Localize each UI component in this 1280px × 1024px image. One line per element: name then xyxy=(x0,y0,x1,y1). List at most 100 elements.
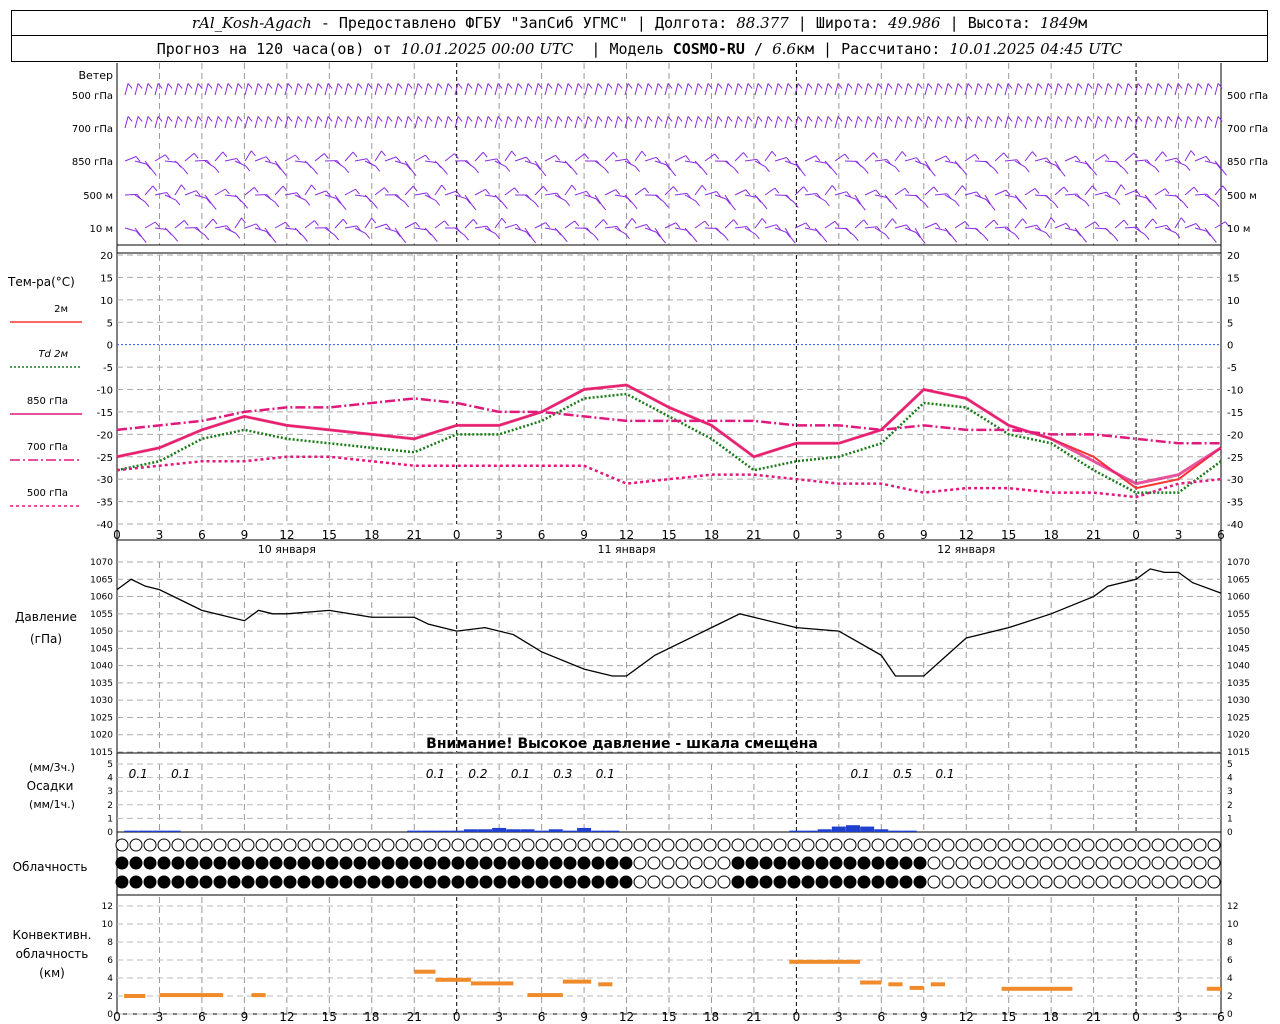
temp-ytick: 20 xyxy=(100,251,113,262)
wind-barb xyxy=(884,160,896,168)
wind-barb xyxy=(754,194,764,205)
wind-barb-flag xyxy=(447,116,453,122)
wind-barb xyxy=(604,152,614,162)
wind-barb-flag xyxy=(1144,234,1150,240)
wind-barb xyxy=(514,227,527,233)
cloud-cover-circle xyxy=(1109,838,1123,852)
wind-barb xyxy=(844,83,849,96)
wind-barb xyxy=(844,194,857,200)
x-tick-label: 21 xyxy=(407,528,422,542)
wind-barb xyxy=(914,194,925,204)
wind-barb-flag xyxy=(957,116,963,122)
wind-barb-flag xyxy=(1193,186,1199,193)
wind-barb-flag xyxy=(807,116,813,122)
conv-ytick: 10 xyxy=(102,920,114,930)
wind-barb xyxy=(1034,157,1047,162)
conv-ytick: 4 xyxy=(107,974,113,984)
cloud-cover-circle xyxy=(1011,838,1025,852)
conv-ytick: 6 xyxy=(107,956,113,966)
cloud-cover-circle xyxy=(1025,856,1039,870)
wind-barb xyxy=(694,160,704,171)
wind-barb xyxy=(854,83,859,96)
wind-barb xyxy=(1114,116,1119,129)
convective-bar xyxy=(527,993,563,998)
wind-barb-flag xyxy=(584,153,589,160)
wind-barb-flag xyxy=(1115,199,1121,206)
cloud-cover-circle xyxy=(801,856,815,870)
wind-barb xyxy=(524,227,533,239)
wind-barb xyxy=(1034,83,1039,96)
cloud-cover-circle xyxy=(1081,838,1095,852)
cloud-cover-circle xyxy=(759,875,773,889)
wind-barb xyxy=(954,83,959,96)
cloud-cover-circle xyxy=(1151,875,1165,889)
wind-barb-flag xyxy=(887,83,893,89)
wind-barb xyxy=(194,227,206,236)
pres-ytick: 1020 xyxy=(90,731,113,741)
wind-barb-flag xyxy=(967,116,973,122)
wind-barb-flag xyxy=(1075,155,1081,162)
temp-legend-label: 700 гПа xyxy=(27,442,68,453)
pres-unit: (гПа) xyxy=(30,632,62,646)
precip-label: 0.1 xyxy=(426,767,445,781)
wind-barb xyxy=(1084,116,1089,129)
wind-barb xyxy=(154,116,159,129)
wind-barb-flag xyxy=(601,204,607,211)
wind-barb-flag xyxy=(1107,116,1113,122)
wind-barb xyxy=(704,116,709,129)
wind-barb-flag xyxy=(617,116,623,122)
wind-barb xyxy=(664,222,677,229)
wind-barb-flag xyxy=(702,169,708,176)
wind-barb-flag xyxy=(417,116,423,122)
wind-barb-flag xyxy=(527,83,533,89)
cloud-cover-circle xyxy=(815,838,829,852)
wind-barb-flag xyxy=(1014,234,1020,240)
wind-barb-flag xyxy=(305,199,311,206)
wind-barb-flag xyxy=(557,83,563,89)
wind-barb-flag xyxy=(371,217,377,224)
wind-title: Ветер xyxy=(79,69,113,82)
wind-barb xyxy=(654,194,665,203)
prec-ytick-right: 4 xyxy=(1227,774,1233,784)
cloud-cover-circle xyxy=(311,838,325,852)
wind-barb-flag xyxy=(1094,221,1100,227)
wind-barb-flag xyxy=(993,219,999,226)
cloud-cover-circle xyxy=(535,856,549,870)
wind-barb xyxy=(244,83,249,96)
wind-barb-flag xyxy=(671,170,677,177)
wind-barb-flag xyxy=(1175,232,1181,239)
wind-barb-flag xyxy=(562,236,568,243)
wind-barb xyxy=(484,83,489,96)
wind-barb xyxy=(1174,83,1179,96)
wind-barb xyxy=(684,194,696,202)
wind-barb xyxy=(444,153,455,162)
wind-barb xyxy=(584,83,589,96)
wind-barb-flag xyxy=(647,116,653,122)
cloud-cover-circle xyxy=(1095,875,1109,889)
wind-barb xyxy=(1114,83,1119,96)
wind-barb xyxy=(594,83,599,96)
wind-level-label-right: 700 гПа xyxy=(1227,124,1268,135)
wind-barb-flag xyxy=(897,83,903,89)
wind-barb xyxy=(464,160,476,169)
wind-barb-flag xyxy=(425,154,430,161)
wind-barb xyxy=(354,158,367,162)
cloud-cover-circle xyxy=(283,838,297,852)
wind-barb xyxy=(884,83,889,96)
wind-barb-flag xyxy=(1190,150,1196,156)
wind-barb-flag xyxy=(404,201,410,208)
x-tick-label-bottom: 21 xyxy=(1086,1010,1101,1024)
cloud-cover-circle xyxy=(479,838,493,852)
wind-barb-flag xyxy=(1022,218,1027,224)
conv-ytick: 8 xyxy=(107,938,113,948)
convective-bar xyxy=(860,980,882,985)
wind-barb xyxy=(344,83,349,96)
wind-barb-flag xyxy=(227,83,233,89)
wind-barb xyxy=(494,116,499,129)
cloud-cover-circle xyxy=(1109,875,1123,889)
wind-barb-flag xyxy=(157,83,163,89)
wind-barb-flag xyxy=(657,116,663,122)
wind-barb xyxy=(764,187,776,196)
cloud-cover-circle xyxy=(255,875,269,889)
wind-barb-flag xyxy=(297,116,303,122)
